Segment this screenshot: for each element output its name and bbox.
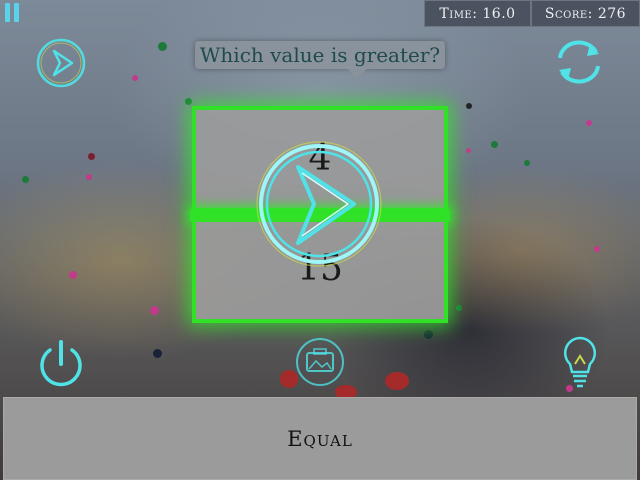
confetti-dot: [491, 141, 498, 148]
confetti-dot: [132, 75, 138, 81]
question-prompt: Which value is greater?: [195, 41, 445, 78]
confetti-dot: [424, 330, 433, 339]
equal-button[interactable]: Equal: [3, 397, 637, 480]
hint-button[interactable]: [560, 334, 600, 390]
play-icon: [36, 38, 86, 88]
lightbulb-icon: [563, 336, 597, 388]
confetti-dot: [150, 306, 159, 315]
play-icon: [256, 141, 382, 267]
confetti-dot: [594, 246, 600, 252]
confetti-dot: [69, 271, 77, 279]
time-display: Time: 16.0: [424, 0, 531, 27]
confetti-dot: [456, 305, 462, 311]
confetti-dot: [466, 148, 471, 153]
confetti-dot: [524, 160, 530, 166]
power-icon: [40, 340, 82, 387]
confetti-dot: [22, 176, 29, 183]
screenshot-button[interactable]: [294, 336, 346, 388]
play-button[interactable]: [34, 36, 88, 90]
center-play-button[interactable]: [254, 139, 384, 269]
refresh-icon: [558, 40, 600, 84]
pause-button[interactable]: [5, 3, 19, 22]
confetti-dot: [185, 98, 192, 105]
confetti-dot: [466, 103, 472, 109]
confetti-dot: [153, 349, 162, 358]
confetti-dot: [586, 120, 592, 126]
quit-button[interactable]: [34, 336, 88, 390]
restart-button[interactable]: [552, 36, 606, 86]
confetti-dot: [158, 42, 167, 51]
bokeh-blob: [385, 372, 409, 390]
camera-icon: [296, 338, 344, 386]
score-display: Score: 276: [531, 0, 640, 27]
confetti-dot: [88, 153, 95, 160]
confetti-dot: [86, 174, 92, 180]
